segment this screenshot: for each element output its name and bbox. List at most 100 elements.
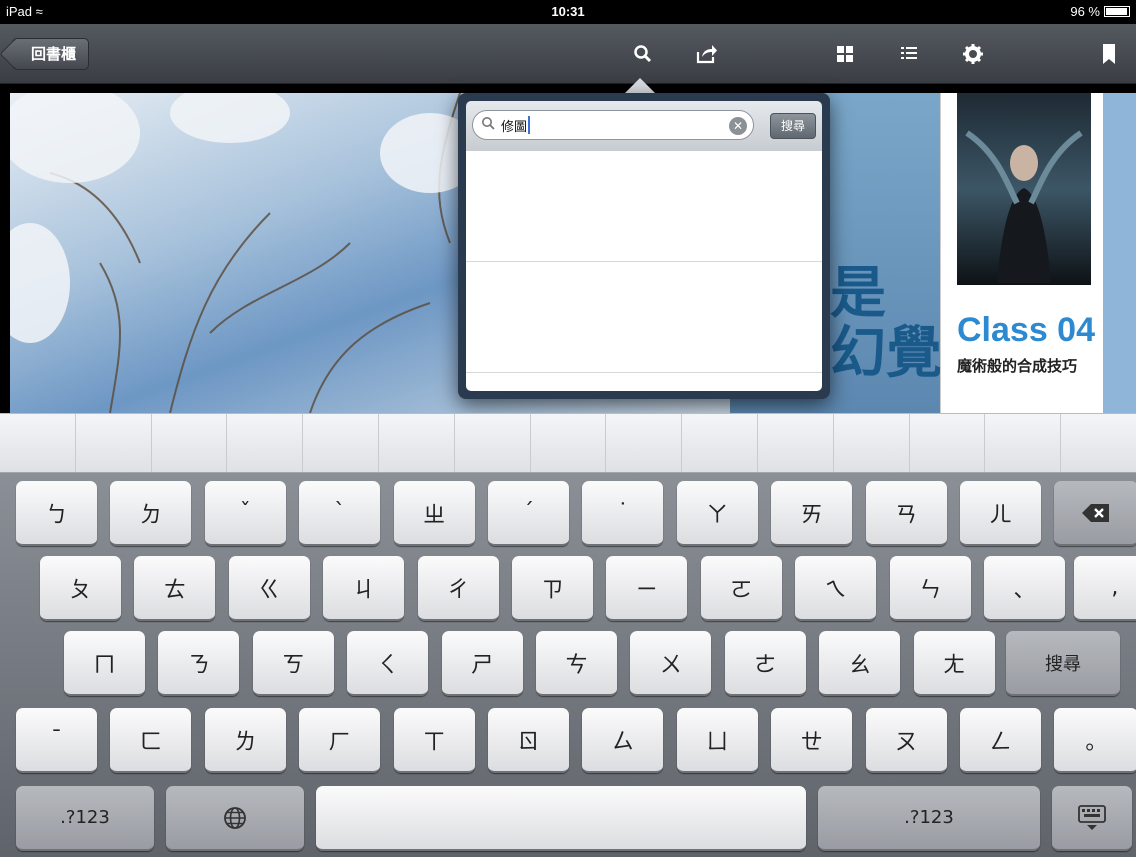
numbers-key-right[interactable]: .?123 (818, 786, 1040, 851)
key-row4-6[interactable]: ㄖ (488, 708, 569, 773)
key-8[interactable]: ㄚ (676, 481, 758, 546)
search-button[interactable]: 搜尋 (770, 113, 816, 139)
key-row4-9[interactable]: ㄝ (771, 708, 853, 773)
candidate-bar (0, 413, 1136, 473)
search-results-list (466, 151, 822, 391)
candidate-cell[interactable] (531, 414, 607, 472)
key-row3-9[interactable]: ㄠ (819, 631, 901, 696)
candidate-cell[interactable] (303, 414, 379, 472)
zhuyin-keyboard: ㄅㄉ ˇ ˋ ㄓ ˊ ˙ ㄚㄞㄢㄦㄆㄊㄍㄐㄔㄗㄧㄛㄟㄣ、, ㄇㄋㄎㄑㄕㄘㄨㄜㄠㄤ搜尋 ˉ ㄈㄌㄏㄒ… (0, 473, 1136, 857)
key-row2-11[interactable]: 、 (984, 556, 1065, 621)
search-input[interactable]: 修圖 ✕ (472, 110, 754, 140)
key-row3-3[interactable]: ㄎ (252, 631, 334, 696)
gear-icon[interactable] (960, 41, 986, 67)
keyboard-hide-icon (1078, 804, 1106, 830)
key-row4-8[interactable]: ㄩ (676, 708, 758, 773)
key-row3-5[interactable]: ㄕ (441, 631, 523, 696)
candidate-cell[interactable] (152, 414, 228, 472)
hide-keyboard-key[interactable] (1052, 786, 1132, 851)
popover-arrow (624, 78, 656, 94)
grid-view-icon[interactable] (832, 41, 858, 67)
candidate-cell[interactable] (910, 414, 986, 472)
search-query-wrapper: 修圖 (501, 116, 531, 135)
key-row4-2[interactable]: ㄈ (110, 708, 192, 773)
status-bar: iPad ≈ 10:31 96 % (0, 0, 1136, 24)
key-3[interactable]: ˇ (204, 481, 286, 546)
key-6[interactable]: ˊ (488, 481, 569, 546)
search-icon[interactable] (630, 41, 656, 67)
key-row2-3[interactable]: ㄍ (228, 556, 310, 621)
candidate-cell[interactable] (682, 414, 758, 472)
list-item[interactable] (466, 262, 822, 373)
key-row3-8[interactable]: ㄜ (724, 631, 806, 696)
numbers-key-left[interactable]: .?123 (16, 786, 154, 851)
battery-percent: 96 % (1070, 4, 1100, 19)
backspace-icon (1082, 503, 1110, 522)
globe-icon (224, 806, 246, 829)
key-1[interactable]: ㄅ (16, 481, 97, 546)
candidate-cell[interactable] (758, 414, 834, 472)
magazine-subtitle: 魔術般的合成技巧 (957, 357, 1078, 375)
key-row3-6[interactable]: ㄘ (536, 631, 617, 696)
candidate-cell[interactable] (985, 414, 1062, 472)
key-row4-4[interactable]: ㄏ (299, 708, 381, 773)
key-row2-8[interactable]: ㄛ (700, 556, 782, 621)
key-row4-3[interactable]: ㄌ (204, 708, 286, 773)
key-row2-7[interactable]: ㄧ (606, 556, 688, 621)
key-row4-7[interactable]: ㄙ (582, 708, 664, 773)
key-row3-7[interactable]: ㄨ (630, 631, 712, 696)
candidate-cell[interactable] (76, 414, 152, 472)
key-row2-5[interactable]: ㄔ (417, 556, 499, 621)
key-10[interactable]: ㄢ (865, 481, 947, 546)
magazine-photo (957, 93, 1091, 285)
key-row4-5[interactable]: ㄒ (393, 708, 475, 773)
delete-key[interactable] (1054, 481, 1136, 546)
key-row2-6[interactable]: ㄗ (512, 556, 593, 621)
table-of-contents-icon[interactable] (896, 41, 922, 67)
globe-key[interactable] (166, 786, 304, 851)
key-4[interactable]: ˋ (299, 481, 381, 546)
key-row4-10[interactable]: ㄡ (865, 708, 947, 773)
key-row3-1[interactable]: ㄇ (64, 631, 145, 696)
reader-toolbar: 回書櫃 (0, 24, 1136, 84)
list-item[interactable] (466, 151, 822, 262)
key-2[interactable]: ㄉ (110, 481, 192, 546)
candidate-cell[interactable] (834, 414, 910, 472)
magnifier-icon (481, 116, 495, 134)
key-5[interactable]: ㄓ (393, 481, 475, 546)
space-bar[interactable] (316, 786, 806, 851)
magazine-page: Class 04 魔術般的合成技巧 (940, 93, 1103, 413)
search-query: 修圖 (501, 119, 528, 135)
search-popover: 修圖 ✕ 搜尋 (458, 93, 830, 399)
bookmark-icon[interactable] (1096, 41, 1122, 67)
key-row2-4[interactable]: ㄐ (323, 556, 405, 621)
key-row3-10[interactable]: ㄤ (913, 631, 995, 696)
candidate-cell[interactable] (606, 414, 683, 472)
key-row2-10[interactable]: ㄣ (889, 556, 971, 621)
search-return-key[interactable]: 搜尋 (1006, 631, 1120, 696)
key-9[interactable]: ㄞ (771, 481, 853, 546)
candidate-cell[interactable] (455, 414, 531, 472)
battery-icon (1104, 6, 1130, 17)
candidate-cell[interactable] (0, 414, 76, 472)
key-row4-12[interactable]: 。 (1054, 708, 1136, 773)
key-row4-1[interactable]: ˉ (16, 708, 97, 773)
back-to-bookshelf-button[interactable]: 回書櫃 (12, 38, 90, 70)
key-11[interactable]: ㄦ (960, 481, 1041, 546)
key-row2-12[interactable]: , (1074, 556, 1136, 621)
clock: 10:31 (551, 4, 585, 19)
candidate-cell[interactable] (379, 414, 455, 472)
share-icon[interactable] (694, 41, 720, 67)
key-row2-9[interactable]: ㄟ (795, 556, 877, 621)
candidate-cell[interactable] (227, 414, 304, 472)
key-row2-2[interactable]: ㄊ (134, 556, 216, 621)
clear-search-icon[interactable]: ✕ (729, 117, 747, 135)
key-row3-2[interactable]: ㄋ (158, 631, 240, 696)
battery-area: 96 % (1070, 4, 1130, 19)
key-row4-11[interactable]: ㄥ (960, 708, 1041, 773)
key-row3-4[interactable]: ㄑ (347, 631, 429, 696)
key-7[interactable]: ˙ (582, 481, 664, 546)
search-bar: 修圖 ✕ 搜尋 (466, 101, 822, 151)
key-row2-1[interactable]: ㄆ (40, 556, 121, 621)
candidate-cell[interactable] (1061, 414, 1136, 472)
